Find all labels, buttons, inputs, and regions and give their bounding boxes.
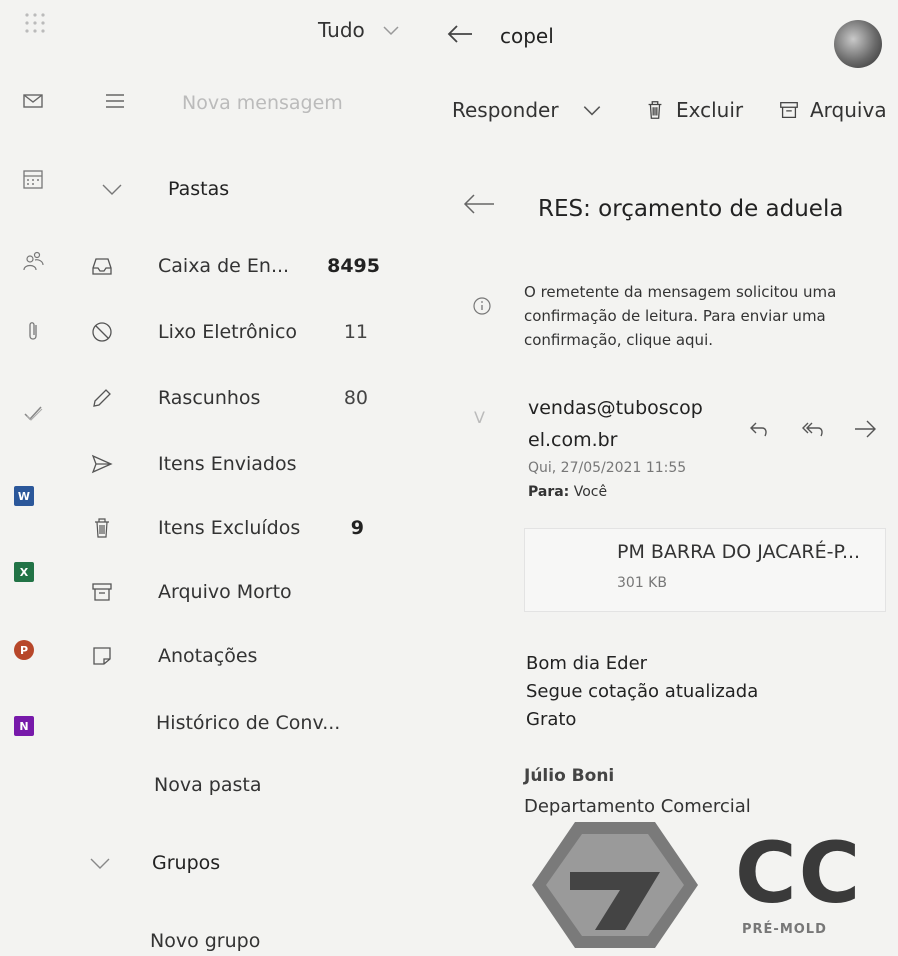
todo-check-icon[interactable] xyxy=(22,402,44,424)
body-line: Segue cotação atualizada xyxy=(526,681,759,702)
notice-line: confirmação, clique aqui. xyxy=(524,331,714,349)
sender-address-line: el.com.br xyxy=(528,429,618,451)
folder-label: Caixa de En... xyxy=(158,255,290,277)
archive-icon xyxy=(90,580,114,604)
junk-icon xyxy=(90,320,114,344)
folder-sent[interactable]: Itens Enviados xyxy=(90,444,390,484)
folder-archive[interactable]: Arquivo Morto xyxy=(90,572,390,612)
folder-label: Arquivo Morto xyxy=(158,581,292,603)
sender-initial: V xyxy=(474,408,485,427)
arrow-left-icon xyxy=(463,194,494,214)
folder-deleted[interactable]: Itens Excluídos 9 xyxy=(90,508,390,548)
search-input[interactable]: copel xyxy=(500,24,554,48)
message-date: Qui, 27/05/2021 11:55 xyxy=(528,460,687,476)
body-line: Grato xyxy=(526,709,577,730)
logo-letters: CC xyxy=(735,824,863,922)
inbox-icon xyxy=(90,254,114,278)
sender-address[interactable]: vendas@tuboscop el.com.br xyxy=(528,392,703,456)
reply-icon[interactable] xyxy=(748,418,770,440)
new-folder-link[interactable]: Nova pasta xyxy=(154,774,261,796)
notice-line: O remetente da mensagem solicitou uma xyxy=(524,283,837,301)
folder-label: Anotações xyxy=(158,645,258,667)
arrow-left-icon xyxy=(447,25,472,43)
trash-icon xyxy=(648,101,662,119)
send-icon xyxy=(90,452,114,476)
folder-label: Itens Excluídos xyxy=(158,517,301,539)
hamburger-menu-icon[interactable] xyxy=(104,92,126,110)
filter-label: Tudo xyxy=(318,18,365,42)
paperclip-icon[interactable] xyxy=(22,320,44,342)
delete-label: Excluir xyxy=(676,98,744,122)
folder-junk[interactable]: Lixo Eletrônico 11 xyxy=(90,312,390,352)
message-subject: RES: orçamento de aduela xyxy=(538,196,844,222)
folder-inbox[interactable]: Caixa de En... 8495 xyxy=(90,246,390,286)
to-label: Para: xyxy=(528,484,570,500)
chevron-down-icon xyxy=(583,106,600,116)
folder-notes[interactable]: Anotações xyxy=(90,636,390,676)
chevron-down-icon xyxy=(102,184,122,195)
calendar-icon[interactable] xyxy=(22,168,44,190)
folder-conversation-history[interactable]: Histórico de Conv... xyxy=(156,712,340,734)
forward-icon[interactable] xyxy=(852,418,878,440)
to-value: Você xyxy=(573,484,608,500)
attachment-card[interactable]: PM BARRA DO JACARÉ-P... 301 KB xyxy=(524,528,886,612)
folder-label: Lixo Eletrônico xyxy=(158,321,298,343)
chevron-down-icon xyxy=(383,26,399,36)
notice-line: confirmação de leitura. Para enviar uma xyxy=(524,307,826,325)
read-receipt-notice[interactable]: O remetente da mensagem solicitou uma co… xyxy=(524,280,836,352)
chevron-down-icon xyxy=(90,858,110,869)
item-count: 11 xyxy=(343,321,368,343)
pencil-icon xyxy=(90,386,114,410)
onenote-icon[interactable]: N xyxy=(14,716,34,736)
groups-toggle[interactable]: Grupos xyxy=(88,852,220,874)
folder-label: Itens Enviados xyxy=(158,453,297,475)
reading-back-button[interactable] xyxy=(462,192,496,216)
trash-icon xyxy=(90,516,114,540)
attachment-name: PM BARRA DO JACARÉ-P... xyxy=(617,541,861,563)
unread-count: 9 xyxy=(350,517,364,539)
archive-icon xyxy=(780,102,798,118)
new-message-button[interactable]: Nova mensagem xyxy=(182,92,343,114)
unread-count: 8495 xyxy=(327,255,380,277)
company-logo: CC PRÉ-MOLD xyxy=(530,820,878,956)
reply-button[interactable]: Responder xyxy=(452,98,603,122)
attachment-size: 301 KB xyxy=(617,575,667,591)
archive-button[interactable]: Arquiva xyxy=(778,98,887,122)
word-icon[interactable]: W xyxy=(14,486,34,506)
archive-label: Arquiva xyxy=(810,98,887,122)
item-count: 80 xyxy=(343,387,368,409)
signature-name: Júlio Boni xyxy=(524,766,615,786)
new-group-link[interactable]: Novo grupo xyxy=(150,930,260,952)
note-icon xyxy=(90,644,114,668)
search-filter-dropdown[interactable]: Tudo xyxy=(318,18,401,42)
reply-all-icon[interactable] xyxy=(800,418,826,440)
info-icon xyxy=(472,296,492,316)
folder-label: Rascunhos xyxy=(158,387,261,409)
sender-address-line: vendas@tuboscop xyxy=(528,397,703,419)
powerpoint-icon[interactable]: P xyxy=(14,640,34,660)
groups-header: Grupos xyxy=(152,852,221,874)
avatar[interactable] xyxy=(834,20,882,68)
people-icon[interactable] xyxy=(22,250,44,272)
folders-header: Pastas xyxy=(168,178,230,200)
mail-icon[interactable] xyxy=(22,90,44,112)
message-body: Bom dia Eder Segue cotação atualizada Gr… xyxy=(526,650,758,734)
folder-drafts[interactable]: Rascunhos 80 xyxy=(90,378,390,418)
recipient-line: Para: Você xyxy=(528,484,607,500)
reply-label: Responder xyxy=(452,98,559,122)
signature-department: Departamento Comercial xyxy=(524,796,751,817)
folders-toggle[interactable]: Pastas xyxy=(100,178,229,200)
search-back-button[interactable] xyxy=(446,22,474,46)
app-launcher-icon[interactable] xyxy=(24,12,46,34)
logo-subtitle: PRÉ-MOLD xyxy=(742,922,827,937)
body-line: Bom dia Eder xyxy=(526,653,648,674)
delete-button[interactable]: Excluir xyxy=(644,98,743,122)
excel-icon[interactable]: X xyxy=(14,562,34,582)
